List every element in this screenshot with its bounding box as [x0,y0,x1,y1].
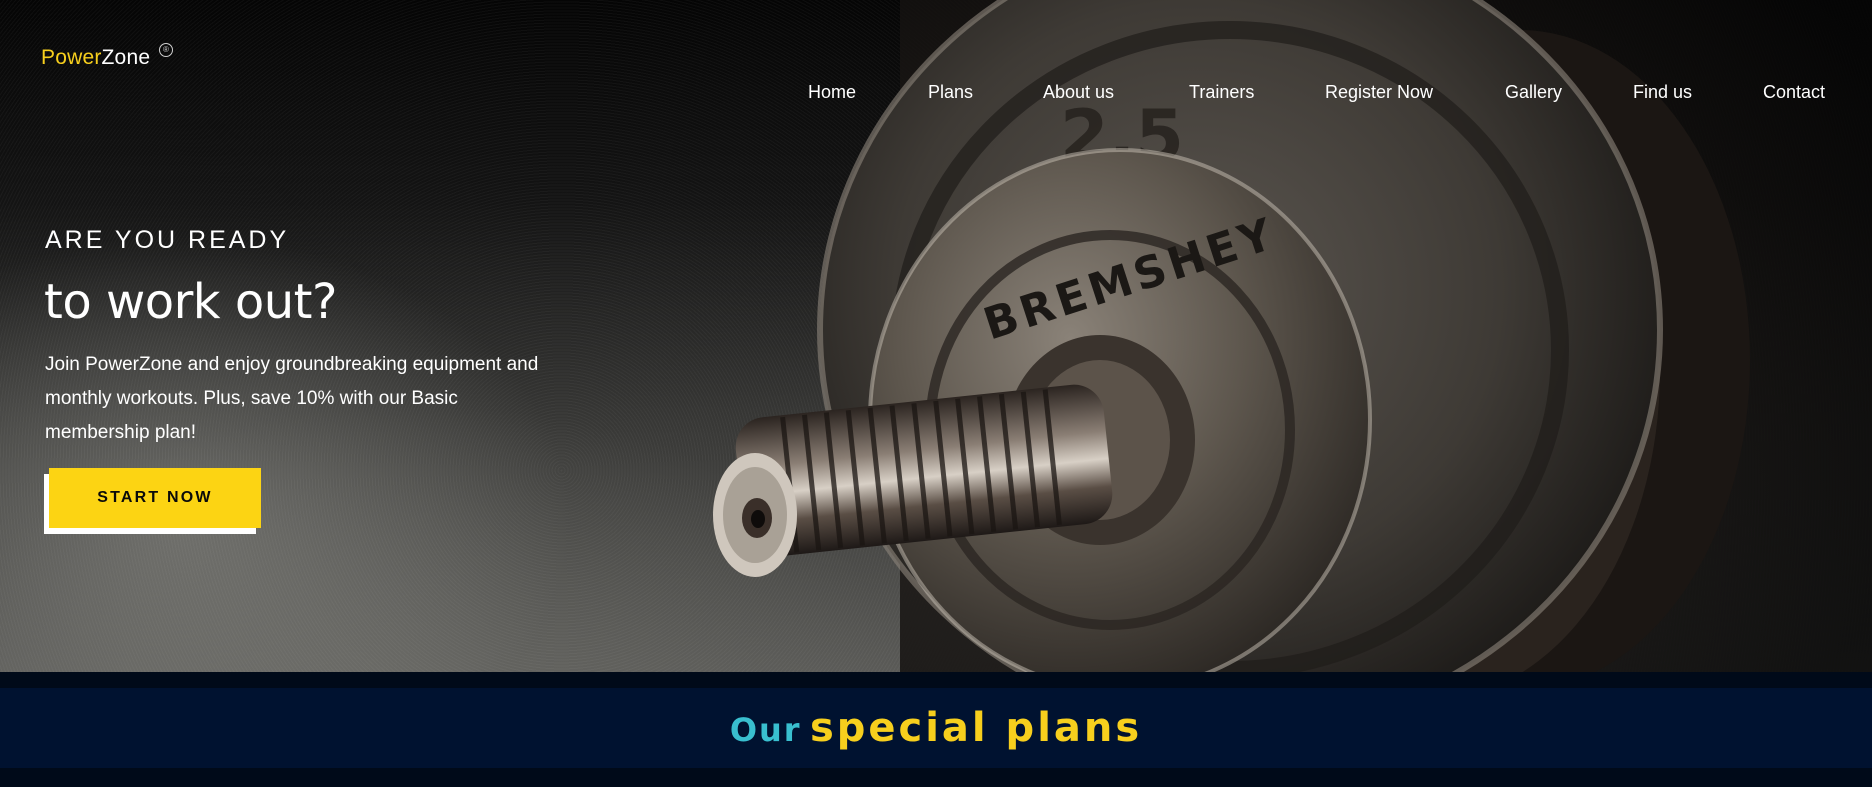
plans-section-header: Our special plans [0,688,1872,768]
nav-item-register-now[interactable]: Register Now [1325,82,1433,103]
start-now-button[interactable]: START NOW [49,468,261,528]
section-bottom-strip [0,768,1872,787]
hero-section: 2.5 BREMSHEY PowerZone ® Home Plans Abou… [0,0,1872,672]
brand-name-part1: Power [41,46,102,69]
hero-blurb: Join PowerZone and enjoy groundbreaking … [45,354,539,443]
hero-kicker: ARE YOU READY [45,226,290,254]
nav-item-plans[interactable]: Plans [928,82,973,103]
plans-section-title: Our special plans [0,688,1872,773]
nav-item-about-us[interactable]: About us [1043,82,1114,103]
section-divider [0,672,1872,688]
plans-title-main: special plans [809,705,1143,751]
brand-name-part2: Zone [101,46,151,69]
nav-item-find-us[interactable]: Find us [1633,82,1692,103]
hero-headline: to work out? [44,274,337,330]
nav-item-contact[interactable]: Contact [1763,82,1825,103]
nav-item-home[interactable]: Home [808,82,856,103]
nav-item-gallery[interactable]: Gallery [1505,82,1562,103]
registered-mark-icon: ® [159,43,173,57]
main-navigation: Home Plans About us Trainers Register No… [0,82,1872,106]
brand-logo[interactable]: PowerZone ® [41,43,173,70]
nav-item-trainers[interactable]: Trainers [1189,82,1254,103]
plans-title-prefix: Our [729,711,802,749]
page: 2.5 BREMSHEY PowerZone ® Home Plans Abou… [0,0,1872,787]
